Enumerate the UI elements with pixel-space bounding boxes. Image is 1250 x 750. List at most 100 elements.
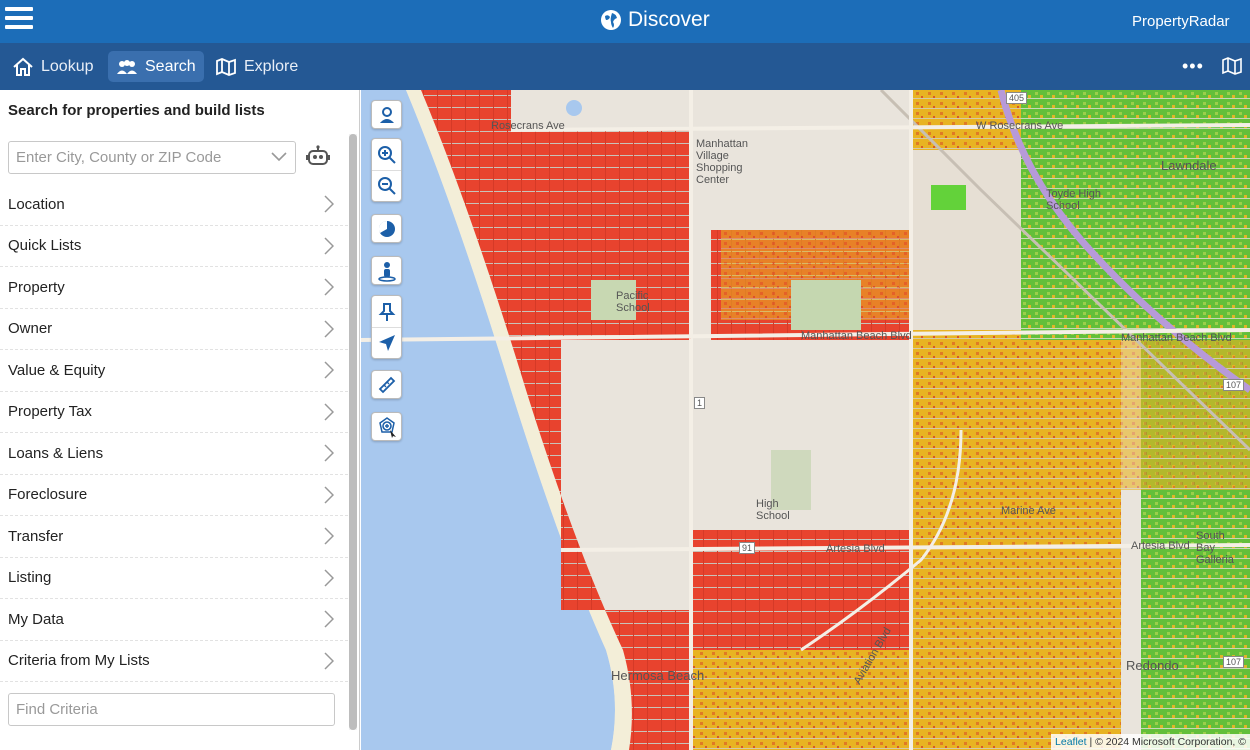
map-label: Manhattan Village Shopping Center — [696, 138, 748, 186]
map-label: Hermosa Beach — [611, 668, 705, 683]
map-attribution: Leaflet | © 2024 Microsoft Corporation, … — [1051, 734, 1250, 750]
measure-button[interactable] — [371, 370, 402, 399]
menu-item-label: Value & Equity — [8, 361, 106, 379]
tab-lookup[interactable]: Lookup — [4, 51, 102, 82]
tab-explore-label: Explore — [244, 57, 299, 75]
menu-item-label: Loans & Liens — [8, 444, 104, 462]
map-label: Artesia Blvd — [1131, 540, 1190, 552]
route-shield: 107 — [1223, 656, 1245, 668]
scrollbar-thumb[interactable] — [349, 134, 357, 730]
chevron-right-icon — [324, 237, 334, 255]
criteria-location[interactable]: Location — [0, 184, 348, 226]
route-shield: 91 — [739, 542, 756, 554]
zoom-in-icon — [377, 145, 396, 164]
menu-item-label: Transfer — [8, 527, 64, 545]
app-header: Discover PropertyRadar — [0, 0, 1250, 43]
draw-controls — [371, 295, 402, 359]
layers-button[interactable] — [371, 214, 402, 243]
map-label: Artesia Blvd — [826, 543, 885, 555]
chevron-right-icon — [324, 486, 334, 504]
brand-name[interactable]: PropertyRadar — [1132, 13, 1230, 30]
chevron-right-icon — [324, 527, 334, 545]
location-search-input[interactable] — [9, 142, 259, 173]
menu-item-label: Listing — [8, 569, 52, 587]
zoom-out-icon — [377, 177, 396, 195]
area-zoom-icon — [378, 416, 396, 438]
home-icon — [13, 57, 33, 76]
leaflet-link[interactable]: Leaflet — [1055, 736, 1087, 748]
chevron-right-icon — [324, 361, 334, 379]
zoom-in-button[interactable] — [372, 139, 401, 170]
tab-lookup-label: Lookup — [41, 57, 94, 75]
route-shield: 405 — [1006, 92, 1028, 104]
criteria-loans-liens[interactable]: Loans & Liens — [0, 433, 348, 475]
criteria-from-my-lists[interactable]: Criteria from My Lists — [0, 641, 348, 682]
map-label: High School — [756, 498, 790, 522]
criteria-owner[interactable]: Owner — [0, 309, 348, 350]
chevron-right-icon — [324, 610, 334, 628]
sidebar-scrollbar[interactable] — [349, 134, 357, 730]
more-options-icon[interactable]: ••• — [1182, 56, 1204, 77]
map-base[interactable] — [361, 90, 1250, 750]
robot-icon[interactable] — [306, 145, 330, 172]
find-criteria-field[interactable] — [8, 693, 335, 726]
pin-button[interactable] — [372, 296, 401, 327]
menu-item-label: Quick Lists — [8, 237, 82, 255]
globe-icon — [601, 10, 621, 30]
chevron-right-icon — [324, 278, 334, 296]
chevron-right-icon — [324, 652, 334, 670]
navigate-button[interactable] — [372, 327, 401, 358]
street-view-icon — [377, 261, 396, 282]
nav-bar: Lookup Search Explore ••• — [0, 43, 1250, 90]
map-view-icon[interactable] — [1222, 57, 1242, 80]
tab-search[interactable]: Search — [108, 51, 204, 82]
user-location-button[interactable] — [371, 100, 402, 129]
person-pin-icon — [379, 106, 394, 123]
map-label: W Rosecrans Ave — [976, 120, 1064, 132]
map-label: Marine Ave — [1001, 505, 1056, 517]
zoom-out-button[interactable] — [372, 170, 401, 201]
chevron-right-icon — [324, 320, 334, 338]
pushpin-icon — [378, 302, 395, 321]
location-search-field[interactable] — [8, 141, 296, 174]
chevron-down-icon[interactable] — [271, 152, 287, 162]
menu-item-label: Owner — [8, 320, 53, 338]
criteria-foreclosure[interactable]: Foreclosure — [0, 475, 348, 516]
attribution-text: | © 2024 Microsoft Corporation, © — [1089, 736, 1246, 748]
search-sidebar: Search for properties and build lists Lo… — [0, 90, 360, 750]
map-label: Redondo — [1126, 658, 1179, 673]
criteria-value-equity[interactable]: Value & Equity — [0, 350, 348, 392]
criteria-my-data[interactable]: My Data — [0, 599, 348, 641]
criteria-property-tax[interactable]: Property Tax — [0, 392, 348, 433]
app-title-text: Discover — [628, 8, 710, 31]
criteria-menu: Location Quick Lists Property Owner Valu… — [0, 184, 348, 682]
map-label: Toyde High School — [1046, 188, 1102, 212]
find-criteria-input[interactable] — [9, 694, 334, 725]
criteria-property[interactable]: Property — [0, 267, 348, 309]
area-zoom-button[interactable] — [371, 412, 402, 441]
map-label: Pacific School — [616, 290, 650, 314]
map-area[interactable]: Rosecrans Ave W Rosecrans Ave Manhattan … — [361, 90, 1250, 750]
zoom-controls — [371, 138, 402, 202]
tab-explore[interactable]: Explore — [207, 51, 306, 82]
map-label: Manhattan Beach Blvd — [1121, 332, 1232, 344]
people-icon — [117, 59, 137, 74]
map-label: Lawndale — [1161, 158, 1217, 173]
menu-item-label: Location — [8, 195, 65, 213]
route-shield: 107 — [1223, 379, 1245, 391]
map-fold-icon — [216, 57, 236, 76]
chevron-right-icon — [324, 403, 334, 421]
menu-item-label: Property Tax — [8, 403, 92, 421]
menu-item-label: Foreclosure — [8, 486, 88, 504]
criteria-quick-lists[interactable]: Quick Lists — [0, 226, 348, 267]
pie-layer-icon — [378, 220, 395, 237]
criteria-listing[interactable]: Listing — [0, 558, 348, 599]
ruler-icon — [378, 376, 395, 393]
street-view-button[interactable] — [371, 256, 402, 285]
chevron-right-icon — [324, 569, 334, 587]
criteria-transfer[interactable]: Transfer — [0, 516, 348, 558]
menu-item-label: My Data — [8, 610, 64, 628]
app-title: Discover — [600, 8, 710, 32]
map-label: South Bay Galleria — [1196, 530, 1234, 566]
hamburger-menu-icon[interactable] — [5, 7, 33, 33]
